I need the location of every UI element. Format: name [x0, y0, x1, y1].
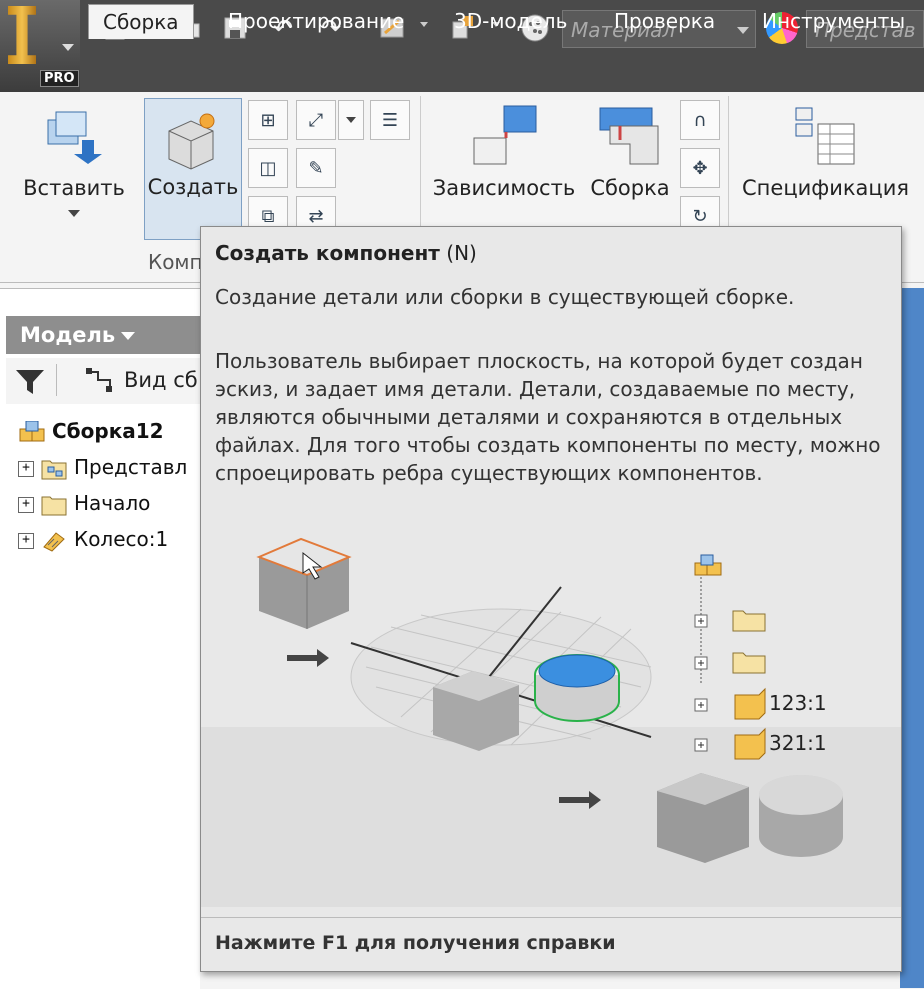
assembly-icon	[19, 420, 45, 441]
tree-item-label: Начало	[74, 491, 151, 515]
bill-of-materials-label: Спецификация	[742, 176, 909, 200]
component-panel-label: Комп	[148, 250, 203, 274]
part-icon	[43, 531, 65, 552]
bill-of-materials-icon	[795, 107, 855, 165]
graphics-viewport[interactable]	[900, 288, 924, 988]
toolbar-separator	[56, 364, 57, 396]
create-component-icon	[168, 113, 215, 170]
tree-item-label: Колесо:1	[74, 527, 169, 551]
free-move-icon[interactable]: ✥	[680, 148, 720, 188]
illustration-item-label: 321:1	[769, 731, 827, 755]
folder-icon	[41, 496, 67, 515]
bill-of-materials-button[interactable]: Спецификация	[738, 100, 924, 240]
inventor-logo-icon	[8, 6, 36, 64]
tooltip-footer: Нажмите F1 для получения справки	[201, 917, 901, 972]
tab-inspect[interactable]: Проверка	[600, 4, 729, 38]
ribbon-tab-bar	[80, 56, 924, 94]
chevron-down-icon	[121, 332, 136, 340]
tooltip-command-name: Создать компонент	[215, 241, 440, 265]
create-component-button[interactable]: Создать	[144, 98, 242, 240]
tooltip-description: Пользователь выбирает плоскость, на кото…	[215, 349, 881, 485]
application-menu-button[interactable]: PRO	[0, 0, 80, 92]
tree-item-label: Представл	[74, 455, 188, 479]
create-label: Создать	[147, 175, 239, 199]
tooltip-summary: Создание детали или сборки в существующе…	[215, 285, 795, 309]
insert-component-icon	[47, 111, 102, 164]
insert-button[interactable]: Вставить	[20, 100, 128, 240]
tree-item-wheel[interactable]: + Колесо:1	[18, 522, 168, 556]
assembly-view-icon	[86, 368, 112, 392]
constraint-icon	[473, 105, 537, 165]
chevron-down-icon	[62, 44, 74, 51]
chevron-down-icon	[346, 117, 356, 123]
expand-icon[interactable]: +	[18, 532, 34, 549]
help-hint: Нажмите F1 для получения справки	[215, 932, 616, 954]
tab-assembly[interactable]: Сборка	[88, 4, 194, 39]
expand-icon[interactable]: +	[18, 460, 34, 477]
insert-label: Вставить	[23, 176, 125, 200]
filter-icon[interactable]	[14, 366, 46, 396]
constraint-button[interactable]: Зависимость	[430, 100, 578, 240]
tree-item-origin[interactable]: + Начало	[18, 486, 150, 520]
browser-title: Модель	[20, 323, 116, 347]
browser-header[interactable]: Модель	[6, 316, 200, 354]
pattern-icon[interactable]: ⊞	[248, 100, 288, 140]
joint-icon[interactable]: ∩	[680, 100, 720, 140]
constraint-label: Зависимость	[432, 176, 576, 200]
chevron-down-icon[interactable]	[420, 22, 428, 27]
expand-icon[interactable]: +	[18, 496, 34, 513]
ribbon-separator	[728, 96, 729, 246]
tree-root-label: Сборка12	[52, 419, 164, 443]
tab-tools[interactable]: Инструменты	[748, 4, 919, 38]
grid-plane-icon	[350, 586, 652, 751]
pro-badge: PRO	[40, 70, 79, 87]
tree-item-representations[interactable]: + Представл	[18, 450, 187, 484]
source-cube-icon	[256, 537, 352, 629]
tooltip-title: Создать компонент (N)	[215, 241, 477, 265]
tooltip-shortcut: (N)	[446, 241, 477, 265]
representations-icon	[41, 460, 67, 479]
bill-of-materials-small-icon[interactable]: ☰	[370, 100, 410, 140]
chevron-down-icon	[68, 210, 80, 217]
illustration-item-label: 123:1	[769, 691, 827, 715]
mirror-icon[interactable]: ◫	[248, 148, 288, 188]
assemble-label: Сборка	[590, 176, 670, 200]
tab-design[interactable]: Проектирование	[214, 4, 418, 38]
tab-3d-model[interactable]: 3D-модель	[440, 4, 581, 38]
tree-root-assembly[interactable]: Сборка12	[18, 414, 164, 448]
assemble-icon	[599, 107, 659, 165]
view-selector[interactable]: Вид сб	[124, 368, 198, 392]
ribbon-separator	[420, 96, 421, 246]
browser-toolbar: Вид сб	[6, 358, 200, 404]
move-dropdown[interactable]	[338, 100, 364, 140]
move-icon[interactable]: ⤢	[296, 100, 336, 140]
assemble-button[interactable]: Сборка	[586, 100, 674, 240]
edit-sketch-icon[interactable]: ✎	[296, 148, 336, 188]
arrow-icon	[287, 649, 329, 667]
tooltip: Создать компонент (N) Создание детали ил…	[200, 226, 902, 972]
